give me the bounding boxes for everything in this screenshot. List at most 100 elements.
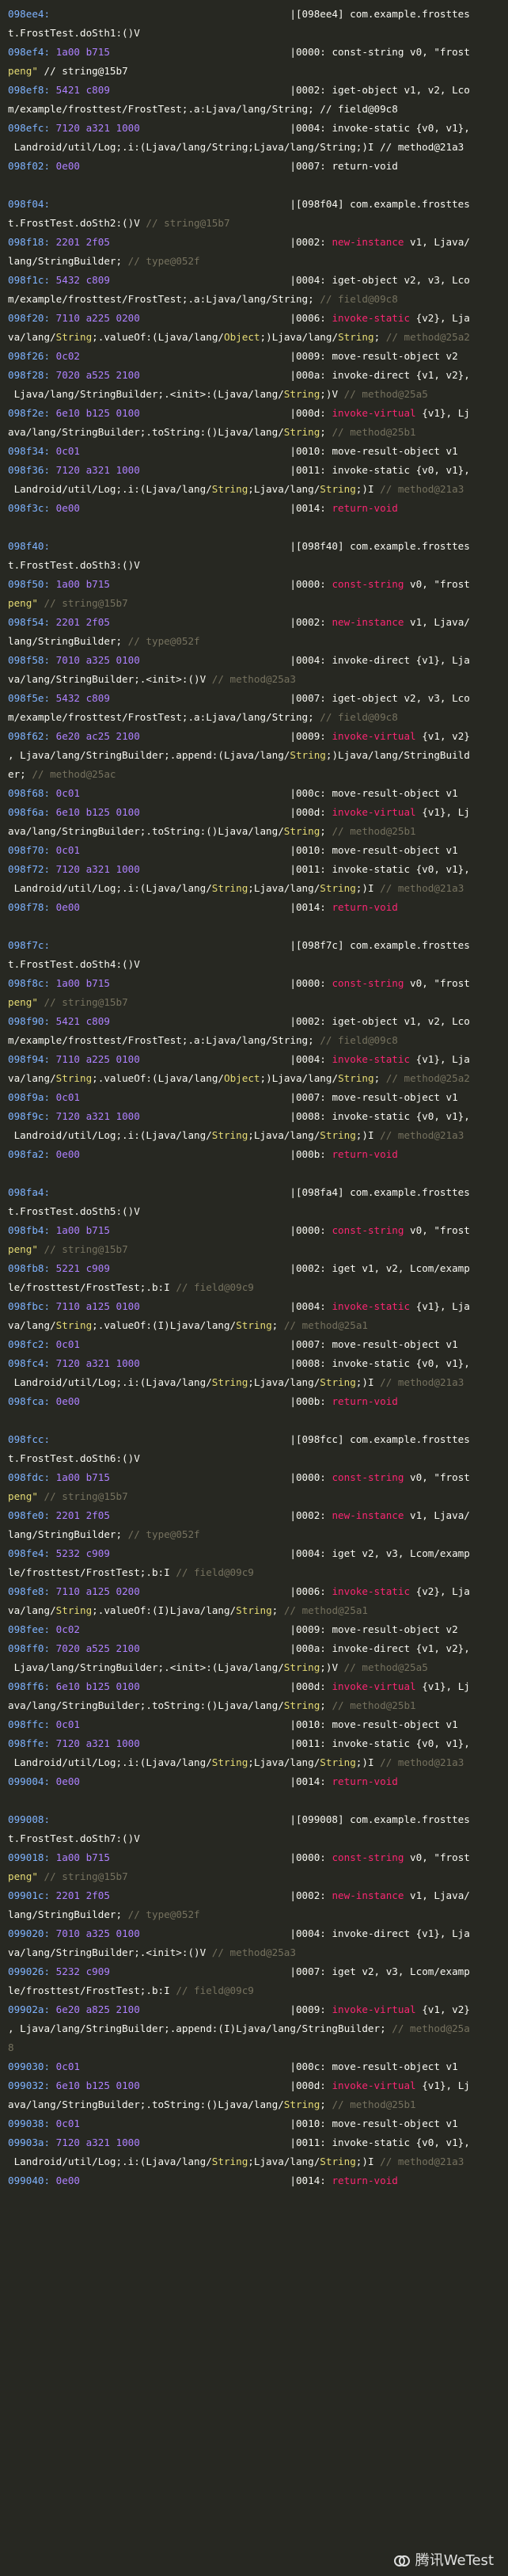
code-token: lang/StringBuilder; <box>8 1908 128 1920</box>
code-token: 098f2e: <box>8 407 56 419</box>
code-token: |0008: invoke-static {v0, v1}, <box>139 1110 470 1122</box>
code-token: // field@09c8 <box>320 293 398 305</box>
code-token: ; <box>373 1072 386 1084</box>
code-line: 098fbc: 7110 a125 0100 |0004: invoke-sta… <box>8 1297 500 1316</box>
code-token: lang/StringBuilder; <box>8 255 128 267</box>
code-token: ; <box>373 331 386 343</box>
code-token: 099040: <box>8 2175 56 2186</box>
code-token: 7010 a325 0100 <box>55 654 140 666</box>
code-line: le/frosttest/FrostTest;.b:I // field@09c… <box>8 1278 500 1297</box>
code-line: lang/StringBuilder; // type@052f <box>8 1525 500 1544</box>
code-token: {v2}, Lja <box>410 1585 470 1597</box>
code-token: String <box>320 2156 356 2167</box>
code-line: 099004: 0e00 |0014: return-void <box>8 1772 500 1791</box>
code-token: v1, Ljava/ <box>404 236 470 248</box>
code-token: // string@15b7 <box>37 65 128 77</box>
code-token: |000c: move-result-object v1 <box>80 2060 458 2072</box>
code-token: ;Ljava/lang/ <box>248 1129 320 1141</box>
code-token: 09903a: <box>8 2137 56 2148</box>
code-token: 098fe0: <box>8 1509 56 1521</box>
code-token: 6e20 ac25 2100 <box>55 730 140 742</box>
code-token: String <box>211 1129 248 1141</box>
code-token: 098f1c: <box>8 274 56 286</box>
code-line: Landroid/util/Log;.i:(Ljava/lang/String;… <box>8 1373 500 1392</box>
watermark-label: 腾讯WeTest <box>415 2552 494 2569</box>
code-token: invoke-virtual <box>332 407 416 419</box>
code-line: 099040: 0e00 |0014: return-void <box>8 2171 500 2190</box>
code-token: String <box>55 331 93 343</box>
code-line: 098f9a: 0c01 |0007: move-result-object v… <box>8 1088 500 1107</box>
code-token: peng" <box>8 65 38 77</box>
code-token: 5421 c809 <box>55 1015 110 1027</box>
code-line: Landroid/util/Log;.i:(Ljava/lang/String;… <box>8 2152 500 2171</box>
code-line: lang/StringBuilder; // type@052f <box>8 252 500 271</box>
code-token: |0008: invoke-static {v0, v1}, <box>139 1357 470 1369</box>
code-line: t.FrostTest.doSth5:()V <box>8 1202 500 1221</box>
code-token: 098f62: <box>8 730 56 742</box>
code-line: 098fdc: 1a00 b715 |0000: const-string v0… <box>8 1468 500 1487</box>
code-token: String <box>283 388 320 400</box>
code-token: new-instance <box>332 236 404 248</box>
code-token: Landroid/util/Log;.i:(Ljava/lang/ <box>8 882 212 894</box>
code-token: |0002: iget-object v1, v2, Lco <box>109 1015 470 1027</box>
code-line: 099026: 5232 c909 |0007: iget v2, v3, Lc… <box>8 1962 500 1981</box>
code-token: va/lang/StringBuilder;.<init>:()V <box>8 673 212 685</box>
code-token: 098f18: <box>8 236 56 248</box>
code-line: 098f36: 7120 a321 1000 |0011: invoke-sta… <box>8 461 500 480</box>
code-token: 0c01 <box>55 1091 81 1103</box>
code-line: 098f94: 7110 a225 0100 |0004: invoke-sta… <box>8 1050 500 1069</box>
code-token: m/example/frosttest/FrostTest;.a:Ljava/l… <box>8 103 398 115</box>
code-token: {v1}, Lja <box>410 1300 470 1312</box>
code-token: 098f58: <box>8 654 56 666</box>
code-token: // string@15b7 <box>44 1870 128 1882</box>
code-token: 098f02: <box>8 160 56 172</box>
code-token: |0009: <box>139 2003 332 2015</box>
code-token: 099032: <box>8 2079 56 2091</box>
code-line: 099030: 0c01 |000c: move-result-object v… <box>8 2057 500 2076</box>
code-token: 0c01 <box>55 787 81 799</box>
code-token: ava/lang/StringBuilder;.toString:()Ljava… <box>8 2098 284 2110</box>
code-token: 09901c: <box>8 1889 56 1901</box>
code-token: ava/lang/StringBuilder;.toString:()Ljava… <box>8 1699 284 1711</box>
code-token: 098f3c: <box>8 502 56 514</box>
code-token: 098f7c: <box>8 939 51 951</box>
code-line: va/lang/StringBuilder;.<init>:()V // met… <box>8 1943 500 1962</box>
code-token: |[098f40] com.example.frosttes <box>50 540 470 552</box>
code-token: ;)I <box>355 882 381 894</box>
code-token: String <box>211 1756 248 1768</box>
code-line: 098fca: 0e00 |000b: return-void <box>8 1392 500 1411</box>
code-token: 5432 c809 <box>55 274 110 286</box>
code-token: // string@15b7 <box>146 217 230 229</box>
code-token: |0000: <box>109 977 332 989</box>
code-token: String <box>236 1604 272 1616</box>
code-token: le/frosttest/FrostTest;.b:I <box>8 1281 176 1293</box>
code-token: const-string <box>332 1224 404 1236</box>
code-token: const-string <box>332 1851 404 1863</box>
code-line: 098f3c: 0e00 |0014: return-void <box>8 499 500 518</box>
code-token: String <box>55 1072 93 1084</box>
code-token: ;)I <box>355 1129 381 1141</box>
code-token: er; <box>8 768 32 780</box>
code-token: 098fcc: <box>8 1433 51 1445</box>
code-token: String <box>211 483 248 495</box>
code-token: 098fee: <box>8 1623 56 1635</box>
code-token: new-instance <box>332 616 404 628</box>
code-token: 0c02 <box>55 1623 81 1635</box>
code-token: v0, "frost <box>404 578 470 590</box>
code-token: |000c: move-result-object v1 <box>80 787 458 799</box>
code-token: {v1}, Lj <box>415 1680 470 1692</box>
code-line: 098f78: 0e00 |0014: return-void <box>8 898 500 917</box>
code-line: 09901c: 2201 2f05 |0002: new-instance v1… <box>8 1886 500 1905</box>
code-token: |0002: <box>109 616 332 628</box>
code-token: 5421 c809 <box>55 84 110 96</box>
code-token: return-void <box>332 1775 398 1787</box>
code-token: 5432 c809 <box>55 692 110 704</box>
code-token: ;)Ljava/lang/ <box>260 331 339 343</box>
code-token: Landroid/util/Log;.i:(Ljava/lang/ <box>8 1129 212 1141</box>
code-line: 09902a: 6e20 a825 2100 |0009: invoke-vir… <box>8 2000 500 2019</box>
code-line: 098f54: 2201 2f05 |0002: new-instance v1… <box>8 613 500 632</box>
code-line: va/lang/String;.valueOf:(I)Ljava/lang/St… <box>8 1601 500 1620</box>
code-token: // method@25a5 <box>343 388 428 400</box>
